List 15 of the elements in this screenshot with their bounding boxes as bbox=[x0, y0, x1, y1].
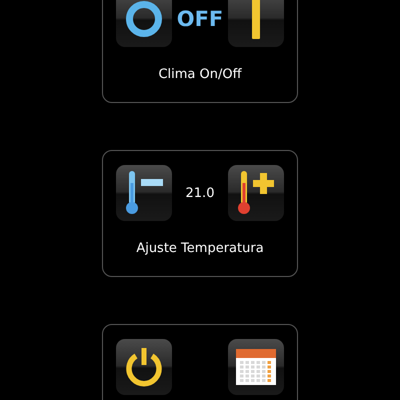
power-button[interactable] bbox=[116, 339, 172, 395]
decrease-button[interactable] bbox=[116, 165, 172, 221]
ring-icon bbox=[124, 0, 164, 39]
off-button[interactable] bbox=[116, 0, 172, 47]
temperature-value: 21.0 bbox=[186, 186, 214, 200]
card-title: Ajuste Temperatura bbox=[136, 241, 264, 256]
thermometer-minus-icon bbox=[123, 171, 165, 215]
calendar-icon bbox=[236, 349, 276, 385]
increase-button[interactable] bbox=[228, 165, 284, 221]
state-text: OFF bbox=[176, 7, 224, 31]
on-button[interactable] bbox=[228, 0, 284, 47]
bar-icon bbox=[252, 0, 260, 39]
power-icon bbox=[125, 347, 163, 387]
calendar-button[interactable] bbox=[228, 339, 284, 395]
card-title: Clima On/Off bbox=[158, 67, 242, 82]
